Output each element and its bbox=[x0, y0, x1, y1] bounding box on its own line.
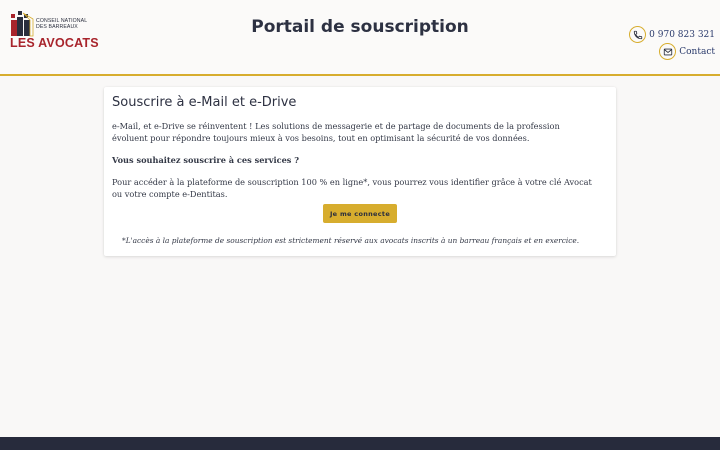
page-title: Portail de souscription bbox=[251, 17, 469, 37]
intro-paragraph: e-Mail, et e-Drive se réinventent ! Les … bbox=[112, 121, 560, 143]
connect-button[interactable]: Je me connecte bbox=[323, 204, 397, 223]
mail-icon bbox=[659, 43, 677, 60]
phone-number[interactable]: 0 970 823 321 bbox=[649, 30, 715, 40]
subscription-card: Souscrire à e-Mail et e-Drive e-Mail, et… bbox=[104, 87, 616, 256]
logo-wordmark: LES AVOCATS bbox=[10, 36, 99, 50]
site-header: CONSEIL NATIONAL DES BARREAUX LES AVOCAT… bbox=[0, 0, 720, 76]
mail-contact[interactable]: Contact bbox=[659, 43, 715, 60]
footer-band bbox=[0, 437, 720, 450]
access-paragraph: Pour accéder à la plateforme de souscrip… bbox=[112, 177, 592, 199]
question-text: Vous souhaitez souscrire à ces services … bbox=[112, 155, 300, 165]
phone-contact[interactable]: 0 970 823 321 bbox=[629, 26, 715, 43]
contact-link[interactable]: Contact bbox=[679, 47, 715, 57]
footnote: *L'accès à la plateforme de souscription… bbox=[122, 236, 580, 245]
phone-icon bbox=[629, 26, 647, 43]
card-title: Souscrire à e-Mail et e-Drive bbox=[112, 95, 297, 110]
